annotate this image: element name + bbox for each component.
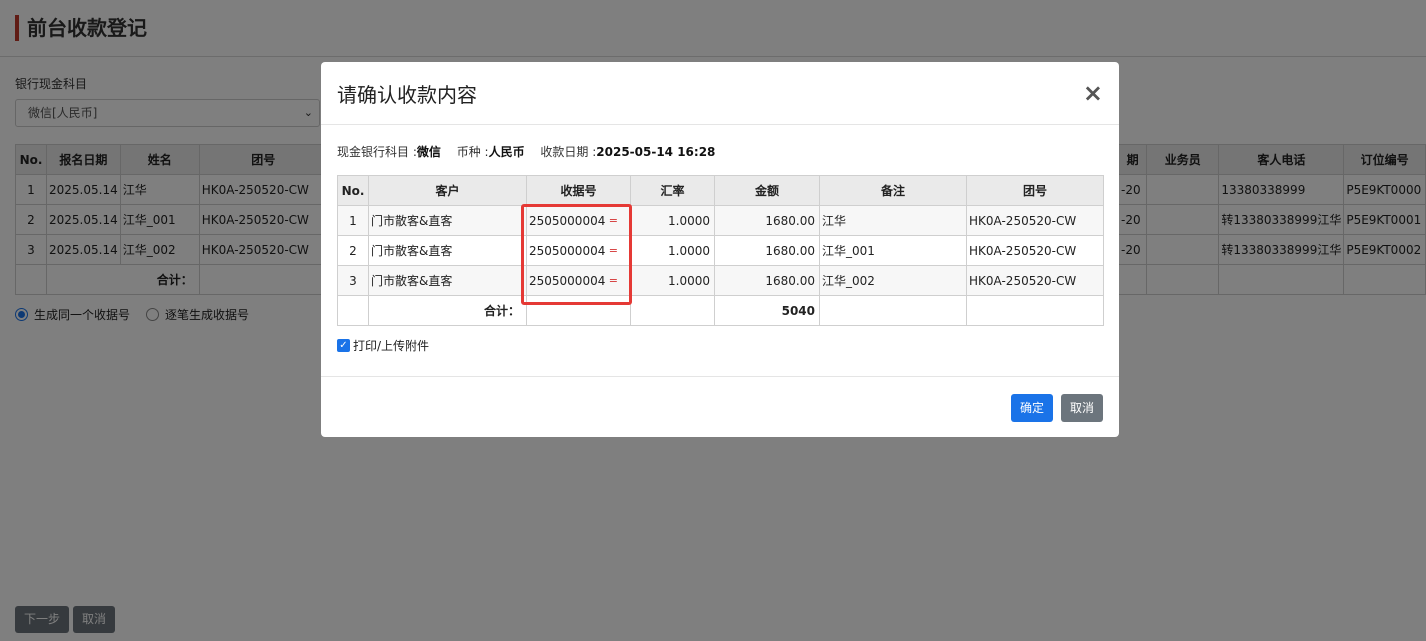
receipt-date-label: 收款日期 : [540, 145, 597, 159]
cell-group: HK0A-250520-CW [966, 235, 1104, 266]
col-header-note: 备注 [819, 175, 967, 206]
table-row: 2 门市散客&直客 2505000004 = 1.0000 1680.00 江华_… [337, 235, 1104, 266]
cell-group: HK0A-250520-CW [966, 205, 1104, 236]
account-info-label: 现金银行科目 : [337, 145, 417, 159]
cell-note: 江华_002 [819, 265, 967, 296]
confirm-receipt-modal: 请确认收款内容 × 现金银行科目 :微信 币种 :人民币 收款日期 :2025-… [321, 62, 1119, 437]
print-upload-label[interactable]: 打印/上传附件 [353, 337, 429, 354]
cell-rate: 1.0000 [630, 235, 715, 266]
cell-note: 江华 [819, 205, 967, 236]
equals-icon[interactable]: = [609, 214, 618, 227]
print-upload-option[interactable]: ✓ 打印/上传附件 [337, 337, 429, 354]
cell-customer: 门市散客&直客 [368, 235, 527, 266]
modal-header: 请确认收款内容 × [321, 62, 1119, 125]
confirm-button[interactable]: 确定 [1011, 394, 1054, 422]
col-header-amount: 金额 [714, 175, 820, 206]
col-header-receipt: 收据号 [526, 175, 631, 206]
cell-group: HK0A-250520-CW [966, 265, 1104, 296]
cell-receipt: 2505000004 = [526, 205, 631, 236]
col-header-rate: 汇率 [630, 175, 715, 206]
receipt-info: 现金银行科目 :微信 币种 :人民币 收款日期 :2025-05-14 16:2… [337, 143, 727, 160]
account-info-value: 微信 [416, 145, 441, 159]
col-header-group: 团号 [966, 175, 1104, 206]
cell-no: 3 [337, 265, 369, 296]
checkbox-checked-icon[interactable]: ✓ [337, 339, 350, 352]
modal-title: 请确认收款内容 [337, 82, 477, 107]
cell-amount: 1680.00 [714, 235, 820, 266]
receipt-date-value: 2025-05-14 16:28 [596, 145, 716, 159]
receipt-number: 2505000004 [529, 273, 606, 288]
currency-value: 人民币 [488, 145, 525, 159]
receipt-number: 2505000004 [529, 213, 606, 228]
sum-label: 合计： [368, 295, 527, 326]
col-header-no: No. [337, 175, 369, 206]
equals-icon[interactable]: = [609, 274, 618, 287]
cell-note: 江华_001 [819, 235, 967, 266]
col-header-customer: 客户 [368, 175, 527, 206]
currency-label: 币种 : [456, 145, 489, 159]
cell-receipt: 2505000004 = [526, 265, 631, 296]
cell-receipt: 2505000004 = [526, 235, 631, 266]
cell-amount: 1680.00 [714, 265, 820, 296]
cell-customer: 门市散客&直客 [368, 205, 527, 236]
equals-icon[interactable]: = [609, 244, 618, 257]
receipt-number: 2505000004 [529, 243, 606, 258]
cell-amount: 1680.00 [714, 205, 820, 236]
table-row: 3 门市散客&直客 2505000004 = 1.0000 1680.00 江华_… [337, 265, 1104, 296]
sum-amount: 5040 [714, 295, 820, 326]
cell-customer: 门市散客&直客 [368, 265, 527, 296]
cell-rate: 1.0000 [630, 265, 715, 296]
cell-rate: 1.0000 [630, 205, 715, 236]
close-icon[interactable]: × [1083, 81, 1103, 105]
cell-no: 2 [337, 235, 369, 266]
sum-row: 合计： 5040 [337, 295, 1104, 326]
modal-footer: 确定 取消 [321, 376, 1119, 437]
cell-no: 1 [337, 205, 369, 236]
receipt-table: No. 客户 收据号 汇率 金额 备注 团号 1 门市散客&直客 2505000… [337, 175, 1104, 326]
table-row: 1 门市散客&直客 2505000004 = 1.0000 1680.00 江华 … [337, 205, 1104, 236]
modal-cancel-button[interactable]: 取消 [1061, 394, 1104, 422]
